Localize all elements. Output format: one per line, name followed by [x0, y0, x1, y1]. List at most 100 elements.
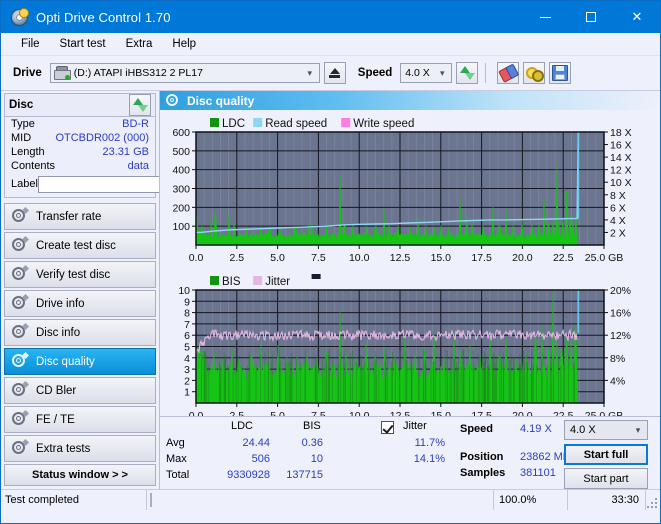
window-controls: ✕ — [522, 1, 660, 33]
erase-button[interactable] — [497, 62, 520, 84]
resize-grip-icon[interactable] — [646, 490, 660, 510]
disc-refresh-button[interactable] — [129, 94, 151, 116]
start-full-button[interactable]: Start full — [564, 444, 648, 465]
save-button[interactable] — [549, 62, 572, 84]
svg-text:600: 600 — [172, 127, 190, 139]
sidebar-item-disc-info[interactable]: Disc info — [4, 319, 156, 346]
elapsed-time: 33:30 — [568, 490, 646, 510]
keys-icon — [526, 66, 545, 82]
chevron-down-icon: ▾ — [635, 424, 641, 435]
eraser-icon — [498, 63, 520, 83]
sidebar-item-label: Drive info — [36, 297, 85, 310]
chevron-down-icon: ▾ — [307, 67, 313, 78]
svg-text:7: 7 — [184, 319, 190, 331]
status-window-button[interactable]: Status window > > — [4, 464, 156, 486]
refresh-button[interactable] — [456, 62, 479, 84]
svg-text:500: 500 — [172, 146, 190, 158]
bis-jitter-chart[interactable]: BISJitter123456789104%8%12%16%20%0.02.55… — [160, 268, 660, 428]
sidebar-item-label: Extra tests — [36, 442, 91, 455]
main-panel: Disc quality LDC Read speed Write speed 100… — [159, 91, 660, 489]
disc-test-icon — [12, 409, 30, 427]
svg-text:12.5: 12.5 — [390, 252, 411, 264]
sidebar-item-drive-info[interactable]: Drive info — [4, 290, 156, 317]
keys-button[interactable] — [523, 62, 546, 84]
sidebar-item-disc-quality[interactable]: Disc quality — [4, 348, 156, 375]
speed-stat-value: 4.19 X — [520, 423, 552, 435]
svg-text:7.5: 7.5 — [311, 252, 326, 264]
drive-select-value: (D:) ATAPI iHBS312 2 PL17 — [73, 67, 203, 79]
ldc-chart-svg: LDC Read speed Write speed 100 200 300 400 500 6… — [172, 118, 632, 264]
maximize-button[interactable] — [568, 1, 614, 33]
statistics-panel: LDC BIS Jitter Avg 24.44 0.36 11.7% Max … — [160, 416, 660, 489]
svg-text:20%: 20% — [610, 285, 631, 297]
drive-select[interactable]: (D:) ATAPI iHBS312 2 PL17 ▾ — [49, 63, 320, 83]
menu-bar: File Start test Extra Help — [1, 33, 660, 56]
disc-test-icon — [12, 264, 30, 282]
start-part-button[interactable]: Start part — [564, 468, 648, 489]
minimize-button[interactable] — [522, 1, 568, 33]
refresh-icon — [459, 66, 475, 80]
disc-test-icon — [12, 322, 30, 340]
test-speed-select[interactable]: 4.0 X ▾ — [564, 420, 648, 440]
svg-text:22.5: 22.5 — [553, 252, 574, 264]
charts-area: LDC Read speed Write speed 100 200 300 400 500 6… — [160, 110, 660, 422]
disc-test-icon — [12, 351, 30, 369]
disc-row-value: 23.31 GB — [102, 146, 149, 158]
jitter-checkbox[interactable] — [381, 421, 394, 434]
svg-text:12 X: 12 X — [610, 165, 632, 177]
close-button[interactable]: ✕ — [614, 1, 660, 33]
svg-text:14 X: 14 X — [610, 152, 632, 164]
disc-label-caption: Label — [11, 178, 38, 190]
stats-max-ldc: 506 — [251, 453, 270, 465]
disc-test-icon — [12, 206, 30, 224]
sidebar-item-cd-bler[interactable]: CD Bler — [4, 377, 156, 404]
disc-label-row: Label — [5, 173, 243, 197]
toolbar: Drive (D:) ATAPI iHBS312 2 PL17 ▾ Speed … — [1, 56, 660, 91]
samples-stat-label: Samples — [460, 467, 506, 479]
eject-icon — [329, 68, 341, 78]
eject-button[interactable] — [323, 62, 346, 84]
svg-text:100: 100 — [172, 221, 190, 233]
svg-text:6: 6 — [184, 330, 190, 342]
svg-text:300: 300 — [172, 184, 190, 196]
disc-row-key: Length — [11, 146, 45, 158]
disc-row-value: data — [127, 160, 149, 172]
svg-text:4%: 4% — [610, 375, 625, 387]
nav-list: Transfer rate Create test disc Verify te… — [4, 203, 156, 464]
speed-select[interactable]: 4.0 X ▾ — [400, 63, 453, 83]
disc-info-panel: Disc Type BD-R MID OTCBDR002 (000) Lengt… — [4, 93, 243, 198]
sidebar-item-label: FE / TE — [36, 413, 75, 426]
speed-select-value: 4.0 X — [405, 67, 430, 79]
disc-row-length: Length 23.31 GB — [5, 145, 155, 159]
sidebar-item-extra-tests[interactable]: Extra tests — [4, 435, 156, 462]
test-speed-value: 4.0 X — [570, 424, 596, 436]
svg-text:Jitter: Jitter — [265, 276, 290, 288]
svg-text:10.0: 10.0 — [349, 252, 370, 264]
disc-row-value: OTCBDR002 (000) — [55, 132, 149, 144]
sidebar-item-verify-test-disc[interactable]: Verify test disc — [4, 261, 156, 288]
sidebar-item-transfer-rate[interactable]: Transfer rate — [4, 203, 156, 230]
menu-item-extra[interactable]: Extra — [116, 36, 163, 52]
status-message: Test completed — [1, 490, 147, 510]
menu-item-file[interactable]: File — [11, 36, 50, 52]
ldc-chart[interactable]: LDC Read speed Write speed 100 200 300 400 500 6… — [160, 110, 660, 270]
title-bar: Opti Drive Control 1.70 ✕ — [1, 1, 660, 33]
svg-text:18 X: 18 X — [610, 127, 632, 139]
jitter-label: Jitter — [403, 420, 427, 432]
disc-test-icon — [12, 235, 30, 253]
sidebar-item-label: Disc quality — [36, 355, 95, 368]
menu-item-start-test[interactable]: Start test — [50, 36, 116, 52]
stats-total-ldc: 9330928 — [227, 469, 270, 481]
disc-row-key: Type — [11, 118, 35, 130]
svg-text:2.5: 2.5 — [229, 252, 244, 264]
drive-label: Drive — [13, 67, 42, 79]
menu-item-help[interactable]: Help — [162, 36, 206, 52]
sidebar-item-label: Verify test disc — [36, 268, 111, 281]
panel-header: Disc quality — [160, 91, 660, 110]
disc-row-value: BD-R — [122, 118, 149, 130]
svg-text:2: 2 — [184, 375, 190, 387]
sidebar-item-create-test-disc[interactable]: Create test disc — [4, 232, 156, 259]
svg-text:Read speed: Read speed — [265, 118, 327, 130]
sidebar-item-fe-te[interactable]: FE / TE — [4, 406, 156, 433]
stats-row-label-max: Max — [166, 453, 187, 465]
